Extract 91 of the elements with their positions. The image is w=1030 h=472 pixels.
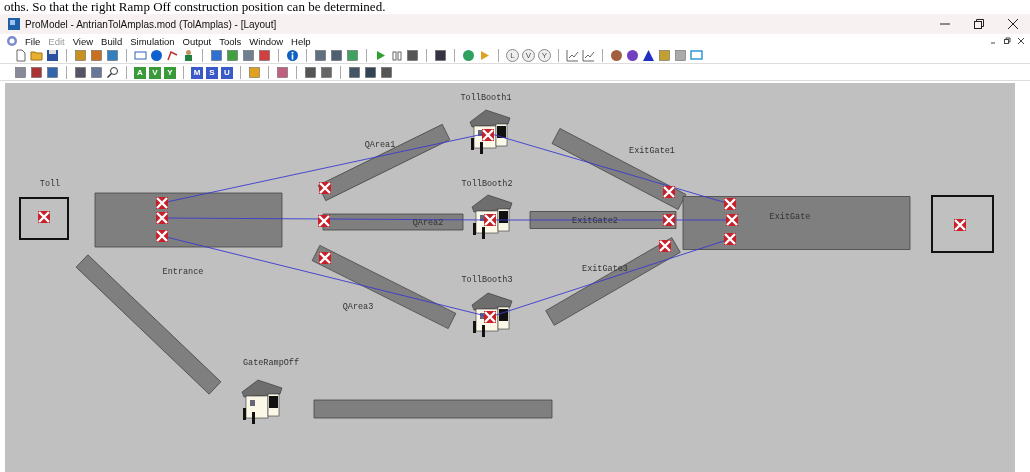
- marker-icon: [483, 213, 497, 227]
- chart-icon[interactable]: [582, 49, 595, 62]
- menu-item[interactable]: Tools: [215, 35, 246, 47]
- menu-item[interactable]: Help: [287, 35, 315, 47]
- menu-item[interactable]: File: [21, 35, 45, 47]
- booth-icon: [241, 379, 283, 424]
- menu-item[interactable]: Simulation: [126, 35, 179, 47]
- toolbar-button[interactable]: Y: [164, 66, 176, 79]
- disk-icon[interactable]: [46, 49, 59, 62]
- pause-icon[interactable]: [390, 49, 403, 62]
- booth-icon: [471, 292, 513, 337]
- window-title: ProModel - AntrianTolAmplas.mod (TolAmplas) - [Layout]: [25, 18, 278, 30]
- folder-icon[interactable]: [30, 49, 43, 62]
- square-icon[interactable]: [304, 66, 317, 79]
- person-icon[interactable]: [182, 49, 195, 62]
- caption-text: oths. So that the right Ramp Off construction position can be determined.: [3, 0, 387, 14]
- toolbar-button[interactable]: S: [206, 66, 218, 79]
- document-icon[interactable]: [6, 35, 18, 47]
- square-icon[interactable]: [380, 66, 393, 79]
- marker-icon: [155, 211, 169, 225]
- info-icon[interactable]: [286, 49, 299, 62]
- location-label: TollBooth3: [461, 275, 513, 285]
- marker-icon: [723, 232, 737, 246]
- app-icon: [8, 18, 20, 30]
- menu-item[interactable]: Build: [97, 35, 127, 47]
- location-label: ExitGate2: [572, 216, 618, 226]
- triangle-icon[interactable]: [642, 49, 655, 62]
- location-label: TollBooth2: [461, 179, 513, 189]
- location-label: QArea3: [342, 302, 374, 312]
- play-icon[interactable]: [374, 49, 387, 62]
- circle-icon[interactable]: [610, 49, 623, 62]
- restore-button[interactable]: [1002, 36, 1012, 46]
- marker-icon: [318, 251, 332, 265]
- marker-icon: [317, 214, 331, 228]
- location-label: QArea2: [412, 218, 444, 228]
- square-icon[interactable]: [364, 66, 377, 79]
- circle-icon[interactable]: [150, 49, 163, 62]
- marker-icon: [662, 213, 676, 227]
- booth-icon: [471, 194, 513, 239]
- close-icon: [1016, 36, 1026, 46]
- location-label: Entrance: [162, 267, 204, 277]
- marker-icon: [155, 229, 169, 243]
- booth-icon: [469, 109, 511, 154]
- square-icon[interactable]: [74, 66, 87, 79]
- close-icon: [1008, 19, 1018, 29]
- menu-item[interactable]: Output: [178, 35, 216, 47]
- marker-icon: [658, 239, 672, 253]
- monitor-icon[interactable]: [690, 49, 703, 62]
- toolbar-button[interactable]: U: [221, 66, 233, 79]
- marker-icon: [723, 197, 737, 211]
- toolbar-button[interactable]: L: [506, 49, 519, 62]
- toolbar-button[interactable]: M: [191, 66, 203, 79]
- close-button[interactable]: [1016, 36, 1026, 46]
- marker-icon: [483, 310, 497, 324]
- chart-icon[interactable]: [566, 49, 579, 62]
- square-icon[interactable]: [406, 49, 419, 62]
- square-icon[interactable]: [320, 66, 333, 79]
- square-icon[interactable]: [348, 66, 361, 79]
- square-icon[interactable]: [46, 66, 59, 79]
- location-box: [19, 197, 69, 240]
- marker-icon: [725, 213, 739, 227]
- restore-icon: [974, 19, 984, 29]
- marker-icon: [953, 218, 967, 232]
- square-icon[interactable]: [330, 49, 343, 62]
- location-label: TollBooth1: [460, 93, 512, 103]
- rectangle-icon[interactable]: [134, 49, 147, 62]
- marker-icon: [37, 210, 51, 224]
- circle-icon[interactable]: [462, 49, 475, 62]
- restore-icon: [1002, 36, 1012, 46]
- location-box: [931, 195, 994, 253]
- marker-icon: [662, 185, 676, 199]
- toolbar-button[interactable]: V: [149, 66, 161, 79]
- marker-icon: [155, 196, 169, 210]
- square-icon[interactable]: [434, 49, 447, 62]
- location-label: ExitGate: [769, 212, 811, 222]
- menu-item[interactable]: Window: [245, 35, 288, 47]
- menu-item[interactable]: View: [68, 35, 98, 47]
- page-icon[interactable]: [14, 49, 27, 62]
- square-icon[interactable]: [30, 66, 43, 79]
- circle-icon[interactable]: [626, 49, 639, 62]
- toolbar-button[interactable]: Y: [538, 49, 551, 62]
- toolbar-button[interactable]: A: [134, 66, 146, 79]
- location-label: GateRampOff: [242, 358, 300, 368]
- location-label: ExitGate1: [629, 146, 675, 156]
- marker-icon: [481, 128, 495, 142]
- toolbar-button[interactable]: V: [522, 49, 535, 62]
- marker-icon: [318, 181, 332, 195]
- location-label: QArea1: [364, 140, 396, 150]
- path-icon[interactable]: [166, 49, 179, 62]
- location-label: Toll: [39, 179, 61, 189]
- search-icon[interactable]: [106, 66, 119, 79]
